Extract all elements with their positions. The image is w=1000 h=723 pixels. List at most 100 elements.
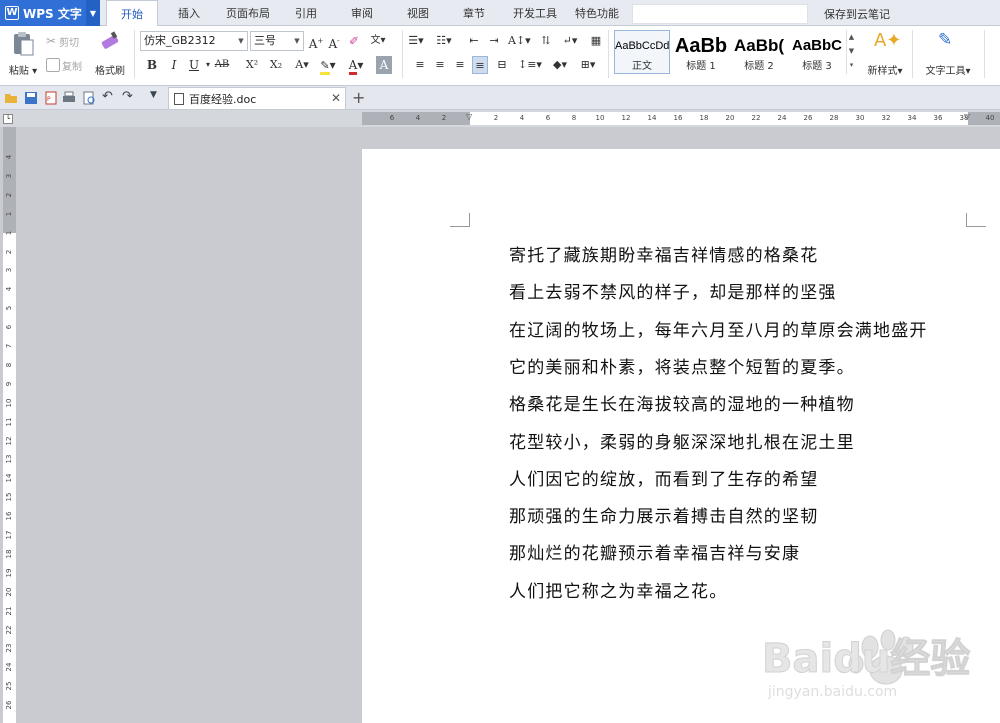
document-page[interactable]: 寄托了藏族期盼幸福吉祥情感的格桑花 看上去弱不禁风的样子，却是那样的坚强在辽阔的牧…: [362, 149, 1000, 723]
save-icon[interactable]: [24, 91, 38, 105]
print-preview-icon[interactable]: [82, 91, 96, 105]
redo-icon[interactable]: ↷: [122, 89, 136, 104]
search-input[interactable]: [632, 4, 808, 24]
style-sample: AaBb: [674, 35, 728, 57]
print-icon[interactable]: [62, 91, 76, 105]
document-text-line[interactable]: 看上去弱不禁风的样子，却是那样的坚强: [509, 278, 837, 303]
ruler-tick-label: 17: [5, 530, 13, 540]
style-heading-1[interactable]: AaBb 标题 1: [673, 30, 729, 74]
grow-font-button[interactable]: A+: [308, 32, 324, 51]
align-right-button[interactable]: ≡: [452, 56, 468, 74]
tab-view[interactable]: 视图: [396, 0, 440, 26]
justify-button[interactable]: ≡: [472, 56, 488, 74]
font-color-button[interactable]: A▾: [348, 56, 364, 75]
tab-references[interactable]: 引用: [284, 0, 328, 26]
clear-format-icon[interactable]: ✐: [346, 32, 362, 50]
tab-home[interactable]: 开始: [106, 0, 158, 27]
tab-chapter[interactable]: 章节: [452, 0, 496, 26]
close-icon[interactable]: ✕: [331, 91, 341, 105]
chevron-down-icon[interactable]: ▼: [86, 0, 100, 26]
tab-stop-selector[interactable]: └: [3, 114, 13, 124]
text-tools-button[interactable]: ✎ 文字工具▾: [918, 30, 978, 80]
undo-icon[interactable]: ↶: [102, 89, 116, 104]
cut-button[interactable]: ✂ 剪切: [46, 32, 79, 50]
export-pdf-icon[interactable]: P: [44, 91, 58, 105]
font-size-value: 三号: [254, 34, 276, 47]
document-text-line[interactable]: 花型较小，柔弱的身躯深深地扎根在泥土里: [509, 428, 855, 453]
copy-button[interactable]: 复制: [46, 56, 82, 74]
document-text-line[interactable]: 人们把它称之为幸福之花。: [509, 577, 727, 602]
style-normal[interactable]: AaBbCcDd 正文: [614, 30, 670, 74]
increase-indent-button[interactable]: ⇥: [486, 32, 502, 50]
text-direction-button[interactable]: A↕▾: [508, 32, 531, 50]
copy-icon: [46, 58, 60, 72]
font-name-select[interactable]: 仿宋_GB2312 ▼: [140, 31, 248, 51]
paste-icon: [14, 32, 34, 56]
style-name: 标题 2: [744, 61, 774, 72]
superscript-button[interactable]: X²: [244, 56, 260, 74]
numbered-list-button[interactable]: ☷▾: [436, 32, 452, 50]
document-text-line[interactable]: 那灿烂的花瓣预示着幸福吉祥与安康: [509, 539, 800, 564]
distributed-align-button[interactable]: ⊟: [494, 56, 510, 74]
align-center-button[interactable]: ≡: [432, 56, 448, 74]
style-heading-2[interactable]: AaBb( 标题 2: [731, 30, 787, 74]
ruler-tick-label: 4: [519, 114, 525, 122]
align-left-button[interactable]: ≡: [412, 56, 428, 74]
line-spacing-button[interactable]: ↕≡▾: [518, 56, 542, 74]
tab-developer-tools[interactable]: 开发工具: [506, 0, 564, 26]
tab-special-features[interactable]: 特色功能: [570, 0, 624, 26]
shrink-font-button[interactable]: A-: [326, 32, 342, 51]
tab-page-layout[interactable]: 页面布局: [220, 0, 276, 26]
format-painter-button[interactable]: 格式刷: [92, 30, 128, 80]
first-line-indent-marker[interactable]: ▽: [466, 112, 472, 121]
horizontal-ruler[interactable]: 6 4 2 2 4 6 8 10 12 14 16 18 20 22 24 26 28 30 32 34 36 38 40 ▽…: [362, 112, 1000, 125]
text-effect-button[interactable]: A▾: [294, 56, 310, 74]
bold-button[interactable]: B: [144, 56, 160, 74]
open-folder-icon[interactable]: [4, 91, 18, 105]
document-tab[interactable]: 百度经验.doc ✕: [168, 87, 346, 109]
document-text-line[interactable]: 寄托了藏族期盼幸福吉祥情感的格桑花: [509, 241, 818, 266]
paste-button[interactable]: 粘贴 ▾: [6, 30, 40, 80]
ruler-tick-label: 3: [5, 173, 13, 179]
strikethrough-button[interactable]: AB: [214, 56, 230, 74]
document-text-line[interactable]: 在辽阔的牧场上，每年六月至八月的草原会满地盛开: [509, 316, 928, 341]
chevron-down-icon: ▼: [294, 37, 300, 45]
ruler-tick-label: 21: [5, 606, 13, 616]
italic-button[interactable]: I: [166, 56, 182, 74]
document-text-line[interactable]: 人们因它的绽放，而看到了生存的希望: [509, 465, 818, 490]
document-text-line[interactable]: 那顽强的生命力展示着搏击自然的坚韧: [509, 502, 818, 527]
new-style-button[interactable]: A✦ 新样式▾: [862, 30, 908, 80]
font-size-select[interactable]: 三号 ▼: [250, 31, 304, 51]
highlight-button[interactable]: ✎▾: [320, 56, 336, 75]
ruler-tick-label: 12: [5, 436, 13, 445]
show-marks-button[interactable]: ↵▾: [562, 32, 578, 50]
phonetic-guide-button[interactable]: 文▾: [370, 32, 386, 50]
character-shading-button[interactable]: A: [376, 56, 392, 74]
quick-access-bar: P ↶ ↷ ▼ 百度经验.doc ✕ +: [0, 86, 1000, 110]
style-heading-3[interactable]: AaBbC 标题 3: [789, 30, 845, 74]
tab-review[interactable]: 审阅: [340, 0, 384, 26]
right-indent-marker[interactable]: ▽: [964, 112, 970, 121]
vertical-ruler[interactable]: 4 3 2 1 1 2 3 4 5 6 7 8 9 10 11 12 13 14 15 16 17 18 19 20 21 22 2…: [3, 127, 16, 723]
sort-button[interactable]: ⇅: [538, 32, 554, 50]
ruler-tick-label: 25: [5, 681, 13, 691]
document-text-line[interactable]: 它的美丽和朴素，将装点整个短暂的夏季。: [509, 353, 855, 378]
tab-insert[interactable]: 插入: [166, 0, 212, 26]
save-to-cloud-notes-button[interactable]: 保存到云笔记: [824, 0, 890, 26]
ruler-tick-label: 15: [5, 492, 13, 502]
styles-scroll[interactable]: ▲ ▼ ▾: [846, 30, 856, 74]
ruler-tick-label: 13: [5, 454, 13, 464]
bullet-list-button[interactable]: ☰▾: [408, 32, 424, 50]
ruler-tick-label: 4: [5, 287, 13, 292]
customize-toolbar-icon[interactable]: ▼: [150, 90, 164, 104]
app-menu-button[interactable]: W WPS 文字 ▼: [0, 0, 100, 26]
ruler-tick-label: 22: [5, 625, 13, 634]
table-border-button[interactable]: ▦: [588, 32, 604, 50]
ruler-tick-label: 14: [647, 114, 657, 122]
shading-button[interactable]: ◆▾: [552, 56, 568, 74]
document-text-line[interactable]: 格桑花是生长在海拔较高的湿地的一种植物: [509, 390, 855, 415]
borders-button[interactable]: ⊞▾: [580, 56, 596, 74]
new-tab-plus-icon[interactable]: +: [352, 88, 365, 107]
subscript-button[interactable]: X₂: [268, 56, 284, 74]
decrease-indent-button[interactable]: ⇤: [466, 32, 482, 50]
